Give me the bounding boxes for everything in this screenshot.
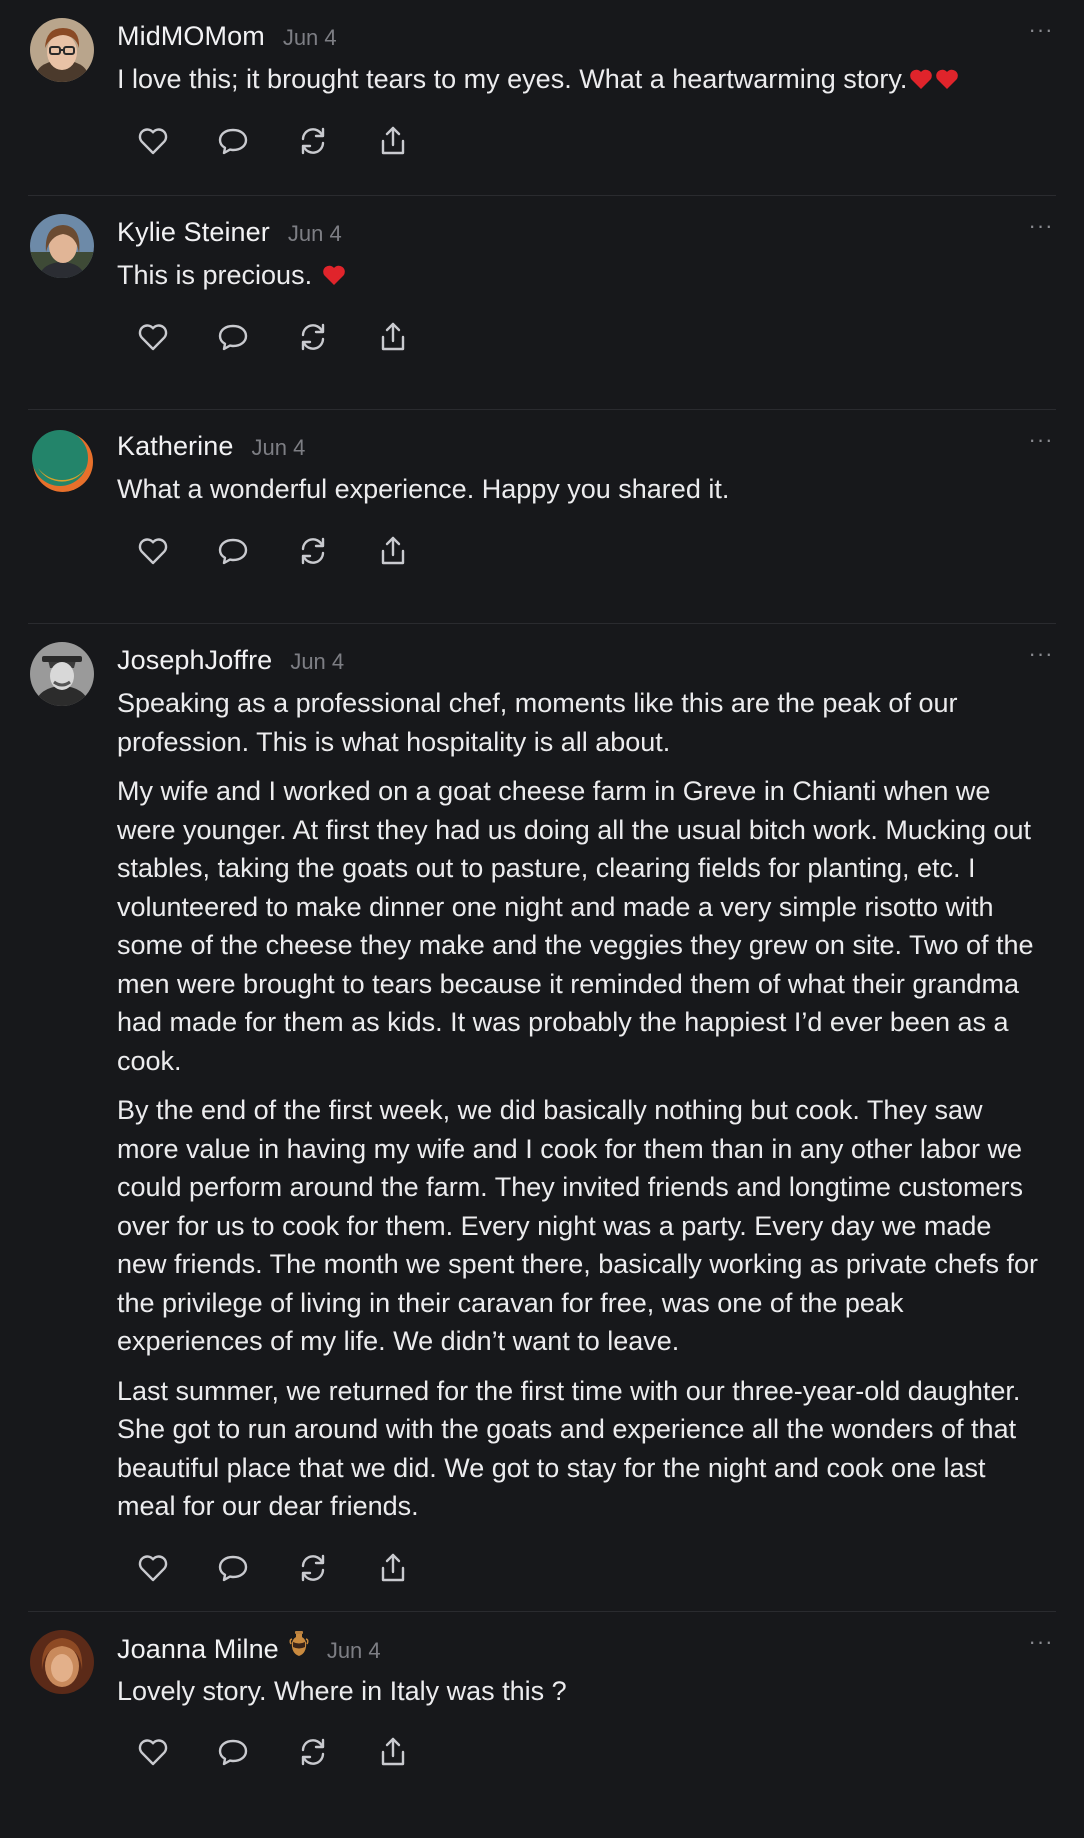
speech-bubble-icon [218, 538, 248, 564]
author-name[interactable]: JosephJoffre [117, 642, 272, 678]
speech-bubble-icon [218, 1555, 248, 1581]
share-upload-icon [381, 322, 405, 350]
restack-button[interactable] [295, 1550, 331, 1586]
more-options-icon[interactable]: ··· [1026, 643, 1056, 665]
author-name[interactable]: Katherine [117, 428, 233, 464]
heart-outline-icon [138, 1739, 168, 1766]
comment-date[interactable]: Jun 4 [327, 1633, 381, 1669]
share-upload-icon [381, 1553, 405, 1581]
heart-outline-icon [138, 537, 168, 564]
like-button[interactable] [135, 1734, 171, 1770]
share-button[interactable] [375, 123, 411, 159]
comment-date[interactable]: Jun 4 [288, 216, 342, 252]
comment: ··· Joanna Milne Jun 4 Lovely story. Whe… [28, 1612, 1056, 1784]
avatar[interactable] [30, 642, 94, 706]
more-options-icon[interactable]: ··· [1026, 1630, 1056, 1652]
share-upload-icon [381, 126, 405, 154]
comment-paragraph: My wife and I worked on a goat cheese fa… [117, 776, 1034, 1076]
avatar[interactable] [30, 18, 94, 82]
share-upload-icon [381, 1737, 405, 1766]
refresh-arrows-icon [301, 127, 325, 154]
comment-paragraph: Speaking as a professional chef, moments… [117, 688, 958, 757]
reply-button[interactable] [215, 1734, 251, 1770]
reply-button[interactable] [215, 319, 251, 355]
refresh-arrows-icon [301, 1738, 325, 1766]
comment-text: I love this; it brought tears to my eyes… [117, 60, 1046, 99]
restack-button[interactable] [295, 533, 331, 569]
like-button[interactable] [135, 1550, 171, 1586]
reply-button[interactable] [215, 123, 251, 159]
reply-button[interactable] [215, 533, 251, 569]
comment: ··· Katherine Jun 4 What a wonderful exp… [28, 410, 1056, 624]
author-name[interactable]: Joanna Milne [117, 1631, 279, 1667]
comment-date[interactable]: Jun 4 [290, 644, 344, 680]
heart-emoji [910, 69, 933, 89]
like-button[interactable] [135, 123, 171, 159]
avatar[interactable] [30, 428, 94, 492]
speech-bubble-icon [218, 324, 248, 350]
share-button[interactable] [375, 533, 411, 569]
avatar[interactable] [30, 1629, 94, 1694]
comment-date[interactable]: Jun 4 [251, 430, 305, 466]
more-options-icon[interactable]: ··· [1026, 429, 1056, 451]
comment: ··· JosephJoffre Jun 4 Speaking as a pro… [28, 624, 1056, 1612]
avatar[interactable] [30, 214, 94, 278]
comment-date[interactable]: Jun 4 [283, 20, 337, 56]
restack-button[interactable] [295, 123, 331, 159]
share-button[interactable] [375, 1550, 411, 1586]
comment-text: What a wonderful experience. Happy you s… [117, 474, 730, 504]
heart-emoji [322, 265, 345, 285]
heart-outline-icon [138, 323, 168, 350]
refresh-arrows-icon [301, 1554, 325, 1581]
comment-feed: ··· MidMOMom Jun 4 I love this; it broug… [0, 0, 1084, 1783]
author-name[interactable]: MidMOMom [117, 18, 265, 54]
restack-button[interactable] [295, 1734, 331, 1770]
comment-text: This is precious. [117, 256, 1046, 295]
comment-actions [117, 1721, 1046, 1783]
comment-text: Lovely story. Where in Italy was this ? [117, 1675, 567, 1706]
heart-emoji [936, 69, 959, 89]
comment-actions [117, 520, 1046, 582]
heart-outline-icon [138, 1554, 168, 1581]
comment-actions [117, 306, 1046, 368]
restack-button[interactable] [295, 319, 331, 355]
share-button[interactable] [375, 1734, 411, 1770]
refresh-arrows-icon [301, 323, 325, 350]
share-upload-icon [381, 536, 405, 564]
share-button[interactable] [375, 319, 411, 355]
more-options-icon[interactable]: ··· [1026, 19, 1056, 41]
comment-actions [117, 1537, 1046, 1599]
comment-paragraph: Last summer, we returned for the first t… [117, 1375, 1021, 1522]
more-options-icon[interactable]: ··· [1026, 215, 1056, 237]
heart-outline-icon [138, 127, 168, 154]
author-name[interactable]: Kylie Steiner [117, 214, 270, 250]
speech-bubble-icon [218, 1739, 248, 1766]
comment: ··· MidMOMom Jun 4 I love this; it broug… [28, 0, 1056, 196]
reply-button[interactable] [215, 1550, 251, 1586]
amphora-icon [289, 1630, 309, 1656]
refresh-arrows-icon [301, 537, 325, 564]
comment-paragraph: By the end of the first week, we did bas… [117, 1095, 1038, 1356]
speech-bubble-icon [218, 128, 248, 154]
like-button[interactable] [135, 533, 171, 569]
comment-actions [117, 110, 1046, 172]
like-button[interactable] [135, 319, 171, 355]
comment: ··· Kylie Steiner Jun 4 This is precious… [28, 196, 1056, 410]
